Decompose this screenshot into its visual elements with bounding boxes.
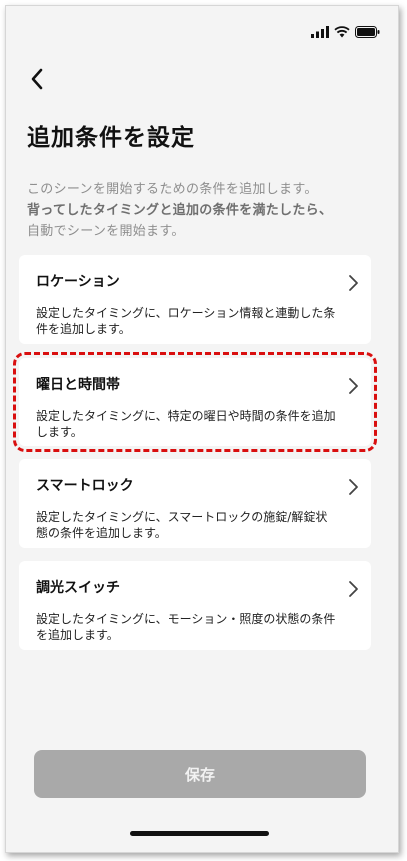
description-line: このシーンを開始するための条件を追加します。 [27,182,318,197]
wifi-icon [334,26,350,38]
description-bold-line: 背ってしたタイミングと追加の条件を満たしたら、 [27,203,333,218]
description-line: 自動でシーンを開始ます。 [27,224,185,239]
chevron-right-icon [349,275,358,291]
condition-title: 調光スイッチ [36,580,120,596]
status-bar [311,26,380,38]
condition-card-smart-lock[interactable]: スマートロック 設定したタイミングに、スマートロックの施錠/解錠状態の条件を追加… [19,459,371,548]
condition-card-weekday-time[interactable]: 曜日と時間帯 設定したタイミングに、特定の曜日や時間の条件を追加します。 [13,352,377,452]
page-title: 追加条件を設定 [27,125,195,151]
condition-title: ロケーション [36,274,120,290]
condition-title: 曜日と時間帯 [36,377,120,393]
condition-card-location[interactable]: ロケーション 設定したタイミングに、ロケーション情報と連動した条件を追加します。 [19,255,371,344]
back-button[interactable] [20,62,54,96]
condition-description: 設定したタイミングに、スマートロックの施錠/解錠状態の条件を追加します。 [36,510,328,540]
condition-description: 設定したタイミングに、ロケーション情報と連動した条件を追加します。 [36,306,336,336]
condition-card-dimmer-switch[interactable]: 調光スイッチ 設定したタイミングに、モーション・照度の状態の条件を追加します。 [19,561,371,650]
condition-title: スマートロック [36,478,134,494]
save-button[interactable]: 保存 [34,750,366,798]
battery-icon [355,26,380,38]
chevron-right-icon [349,581,358,597]
phone-screen: 追加条件を設定 このシーンを開始するための条件を追加します。 背ってしたタイミン… [5,5,399,853]
cellular-signal-icon [311,26,329,38]
home-indicator[interactable] [130,831,269,836]
condition-description: 設定したタイミングに、特定の曜日や時間の条件を追加します。 [36,409,336,439]
page-description: このシーンを開始するための条件を追加します。 背ってしたタイミングと追加の条件を… [27,179,377,242]
chevron-right-icon [349,479,358,495]
condition-description: 設定したタイミングに、モーション・照度の状態の条件を追加します。 [36,612,336,642]
chevron-right-icon [349,378,358,394]
chevron-left-icon [31,68,43,90]
